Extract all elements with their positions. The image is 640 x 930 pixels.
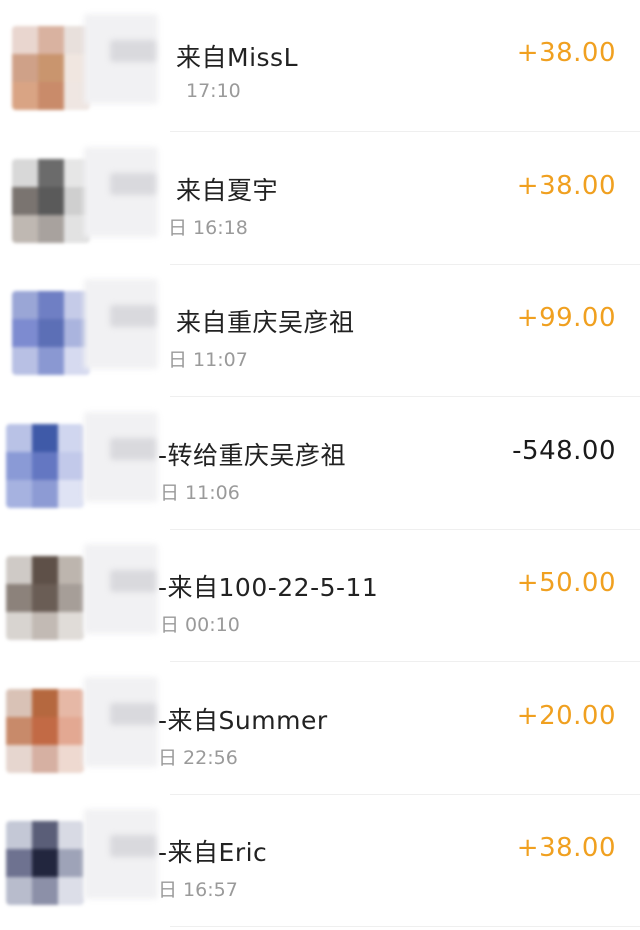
name-redaction xyxy=(110,437,156,460)
blurred-avatar-icon xyxy=(12,291,90,375)
transaction-row[interactable]: 来自MissL 17:10 +38.00 xyxy=(0,0,640,132)
name-redaction xyxy=(110,40,156,62)
transaction-time: 日 16:18 xyxy=(168,216,248,239)
transaction-time: 日 11:06 xyxy=(160,481,240,504)
transaction-amount: +99.00 xyxy=(516,303,616,333)
name-redaction xyxy=(110,172,156,195)
transaction-time: 日 11:07 xyxy=(168,349,248,371)
transaction-amount: +50.00 xyxy=(516,568,616,598)
blurred-avatar-icon xyxy=(12,158,90,243)
transaction-title: -来自Summer xyxy=(158,705,328,735)
name-redaction xyxy=(110,835,156,857)
transaction-amount: +38.00 xyxy=(516,38,616,68)
transaction-time: 17:10 xyxy=(186,80,241,102)
transaction-time: 日 00:10 xyxy=(160,614,240,636)
transaction-list: 来自MissL 17:10 +38.00 来自夏宇日 16:18 +38.00 来自重庆吴… xyxy=(0,0,640,930)
transaction-amount: +38.00 xyxy=(516,833,616,863)
transaction-time: 日 22:56 xyxy=(158,746,238,769)
blurred-avatar-icon xyxy=(6,821,84,905)
blurred-avatar-icon xyxy=(6,556,84,640)
transaction-row[interactable]: -来自Summer 日 22:56 +20.00 xyxy=(0,663,640,795)
blurred-avatar-icon xyxy=(6,688,84,773)
transaction-row[interactable]: 来自夏宇日 16:18 +38.00 xyxy=(0,133,640,265)
name-redaction xyxy=(110,702,156,725)
transaction-title: 来自MissL xyxy=(176,43,298,72)
blurred-avatar-icon xyxy=(6,423,84,508)
transaction-amount: +20.00 xyxy=(516,700,616,731)
blurred-avatar-icon xyxy=(12,26,90,110)
name-redaction xyxy=(110,305,156,327)
transaction-amount: -548.00 xyxy=(512,435,616,466)
transaction-title: -来自100-22-5-11 xyxy=(158,573,379,602)
transaction-amount: +38.00 xyxy=(516,170,616,201)
transaction-title: -来自Eric xyxy=(158,838,268,867)
transaction-row[interactable]: -来自Eric 日 16:57 +38.00 xyxy=(0,795,640,927)
transaction-time: 日 16:57 xyxy=(158,879,238,901)
transaction-title: -转给重庆吴彦祖 xyxy=(158,440,347,470)
row-divider xyxy=(170,926,640,927)
transaction-row[interactable]: -转给重庆吴彦祖日 11:06 -548.00 xyxy=(0,398,640,530)
transaction-row[interactable]: 来自重庆吴彦祖日 11:07 +99.00 xyxy=(0,265,640,397)
transaction-title: 来自夏宇 xyxy=(176,175,279,205)
transaction-row[interactable]: -来自100-22-5-11 日 00:10 +50.00 xyxy=(0,530,640,662)
transaction-title: 来自重庆吴彦祖 xyxy=(176,308,355,337)
name-redaction xyxy=(110,570,156,592)
